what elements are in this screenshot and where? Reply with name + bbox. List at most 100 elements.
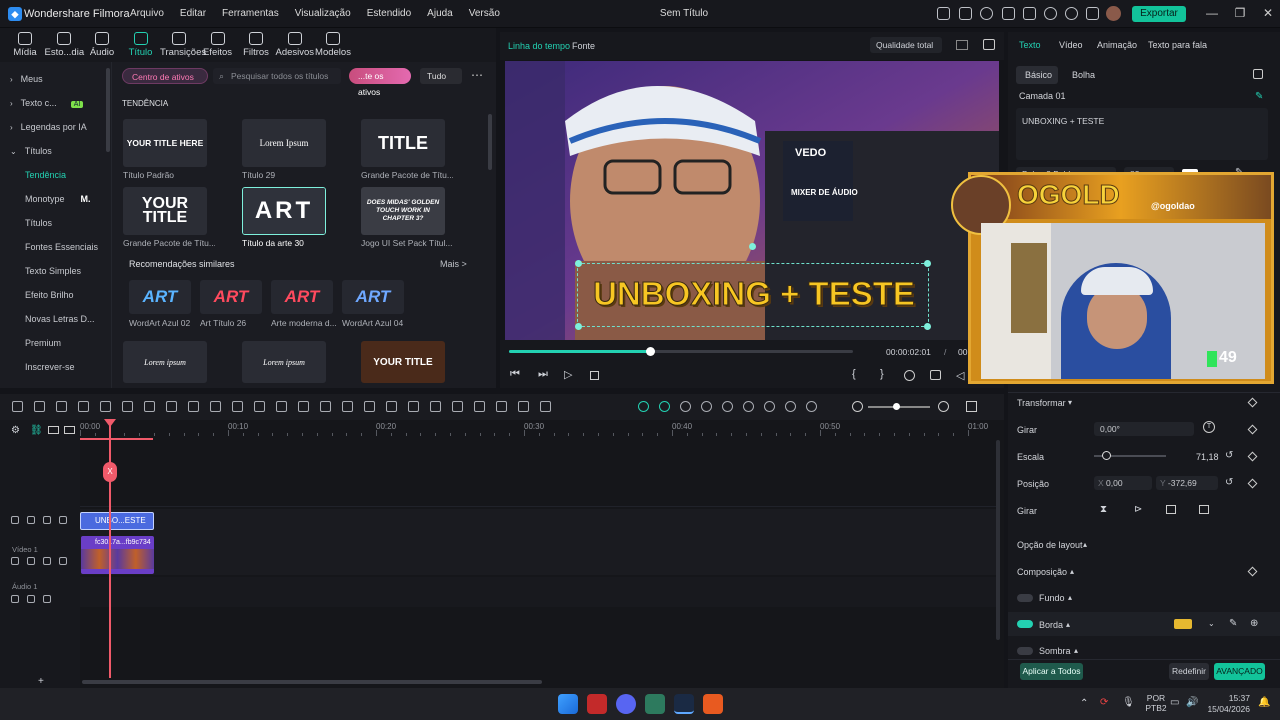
auto-icon[interactable] (232, 401, 243, 412)
video-lock-icon[interactable] (11, 557, 19, 565)
notification-tray-icon[interactable]: 🔔 (1258, 697, 1270, 708)
tab-tts[interactable]: Texto para fala (1148, 40, 1207, 50)
tab-effects[interactable]: Efeitos (199, 30, 237, 58)
tab-stickers[interactable]: Adesivos (276, 30, 314, 58)
fit-icon[interactable] (474, 401, 485, 412)
edit-layer-icon[interactable]: ✎ (1255, 91, 1263, 102)
add-border-icon[interactable]: ⊕ (1250, 618, 1258, 629)
voice-icon[interactable] (806, 401, 817, 412)
layout-icon[interactable] (1023, 7, 1036, 20)
zoom-out-icon[interactable] (852, 401, 863, 412)
volume-icon[interactable]: ◁ (956, 369, 964, 382)
sidebar-item-3[interactable]: ⌄ Títulos (10, 146, 52, 156)
tab-audio[interactable]: Áudio (83, 30, 121, 58)
similar-card-0[interactable]: ART (129, 280, 191, 314)
handle-tr[interactable] (924, 260, 931, 267)
maximize-icon[interactable]: ❐ (1230, 6, 1250, 20)
menu-4[interactable]: Estendido (359, 0, 419, 28)
ai-mate-icon[interactable] (638, 401, 649, 412)
bottom-card-1[interactable]: Lorem ipsum (242, 341, 326, 383)
similar-card-2[interactable]: ART (271, 280, 333, 314)
track-view-icon[interactable] (64, 426, 75, 434)
link-clips-icon[interactable] (680, 401, 691, 412)
menu-5[interactable]: Ajuda (419, 0, 461, 28)
apply-all-button[interactable]: Aplicar a Todos (1020, 663, 1083, 680)
app-icon[interactable] (645, 694, 665, 714)
more-icon[interactable] (540, 401, 551, 412)
tab-title[interactable]: Título (122, 30, 160, 58)
title-card-2[interactable]: TITLE (361, 119, 445, 167)
text-area[interactable]: UNBOXING + TESTE (1016, 108, 1268, 160)
next-frame-icon[interactable]: ⏭ (538, 368, 548, 381)
work-area-bar[interactable] (80, 438, 153, 440)
prev-frame-icon[interactable]: ⏮ (510, 368, 520, 381)
trim-icon[interactable] (166, 401, 177, 412)
layout-option-label[interactable]: Opção de layout (1017, 540, 1083, 550)
handle-br[interactable] (924, 323, 931, 330)
reset-position-icon[interactable]: ↺ (1225, 477, 1233, 488)
captions-icon[interactable] (785, 401, 796, 412)
redo-icon[interactable] (78, 401, 89, 412)
sidebar-item-6[interactable]: Títulos (25, 218, 52, 228)
delete-icon[interactable] (100, 401, 111, 412)
clock[interactable]: 15:37 15/04/2026 (1204, 693, 1250, 715)
save-preset-icon[interactable] (1253, 69, 1263, 79)
rotate-handle[interactable] (749, 243, 756, 250)
sidebar-item-9[interactable]: Efeito Brilho (25, 290, 74, 300)
effect-icon[interactable] (496, 401, 507, 412)
shield-icon[interactable] (722, 401, 733, 412)
filter-dropdown[interactable]: Tudo (420, 68, 462, 84)
handle-tl[interactable] (575, 260, 582, 267)
rotate-right-icon[interactable] (1199, 505, 1209, 514)
tab-transitions[interactable]: Transições (160, 30, 206, 58)
reset-button[interactable]: Redefinir (1169, 663, 1209, 680)
motion-icon[interactable] (386, 401, 397, 412)
reset-scale-icon[interactable]: ↺ (1225, 450, 1233, 461)
title-card-3[interactable]: YOUR TITLE (123, 187, 207, 235)
progress-track[interactable] (509, 350, 853, 353)
expand-fundo-icon[interactable]: ▴ (1068, 593, 1072, 602)
gift-icon[interactable] (937, 7, 950, 20)
sidebar-item-8[interactable]: Texto Simples (25, 266, 81, 276)
audio-lock-icon[interactable] (11, 595, 19, 603)
rotate-left-icon[interactable] (1166, 505, 1176, 514)
avatar[interactable] (1106, 6, 1121, 21)
expand-composition-icon[interactable]: ▴ (1070, 567, 1074, 576)
bag-icon[interactable] (1086, 7, 1099, 20)
tab-timeline[interactable]: Linha do tempo (508, 41, 570, 51)
sidebar-item-11[interactable]: Premium (25, 338, 61, 348)
snap-icon[interactable] (659, 401, 670, 412)
progress-knob[interactable] (646, 347, 656, 356)
border-color-dropdown-icon[interactable]: ⌄ (1208, 619, 1215, 628)
tab-templates[interactable]: Modelos (314, 30, 352, 58)
detach-icon[interactable] (452, 401, 463, 412)
support-icon[interactable] (980, 7, 993, 20)
crop-icon[interactable] (144, 401, 155, 412)
title-card-1[interactable]: Lorem Ipsum (242, 119, 326, 167)
video-audio-icon[interactable] (27, 557, 35, 565)
sidebar-item-10[interactable]: Novas Letras D... (25, 314, 95, 324)
expand-borda-icon[interactable]: ▴ (1066, 620, 1070, 629)
menu-1[interactable]: Editar (172, 0, 214, 28)
collapse-icon[interactable]: ▾ (1068, 398, 1072, 407)
overlay-title[interactable]: UNBOXING + TESTE (579, 275, 929, 313)
cloud-icon[interactable] (1044, 7, 1057, 20)
snapshot-icon[interactable] (983, 39, 995, 50)
fundo-toggle[interactable] (1017, 594, 1033, 602)
sidebar-item-7[interactable]: Fontes Essenciais (25, 242, 98, 252)
save-icon[interactable] (1002, 7, 1015, 20)
send-icon[interactable] (959, 7, 972, 20)
title-audio-icon[interactable] (27, 516, 35, 524)
split-icon[interactable] (430, 401, 441, 412)
playhead-marker[interactable]: X (103, 462, 117, 482)
add-icon[interactable]: + (38, 676, 44, 687)
cut-icon[interactable] (122, 401, 133, 412)
remove-icon[interactable] (518, 401, 529, 412)
tab-media[interactable]: Mídia (6, 30, 44, 58)
sidebar-item-1[interactable]: › Texto c... AI (10, 98, 84, 108)
title-clip[interactable]: UNBO...ESTE (80, 512, 154, 530)
quality-dropdown[interactable]: Qualidade total ⌄ (870, 37, 942, 66)
menu-0[interactable]: Arquivo (122, 0, 172, 28)
preview-canvas[interactable]: VEDO MIXER DE ÁUDIO UNBOXING + TESTE (505, 61, 999, 340)
mic-icon[interactable]: 🎙 (1122, 697, 1135, 708)
